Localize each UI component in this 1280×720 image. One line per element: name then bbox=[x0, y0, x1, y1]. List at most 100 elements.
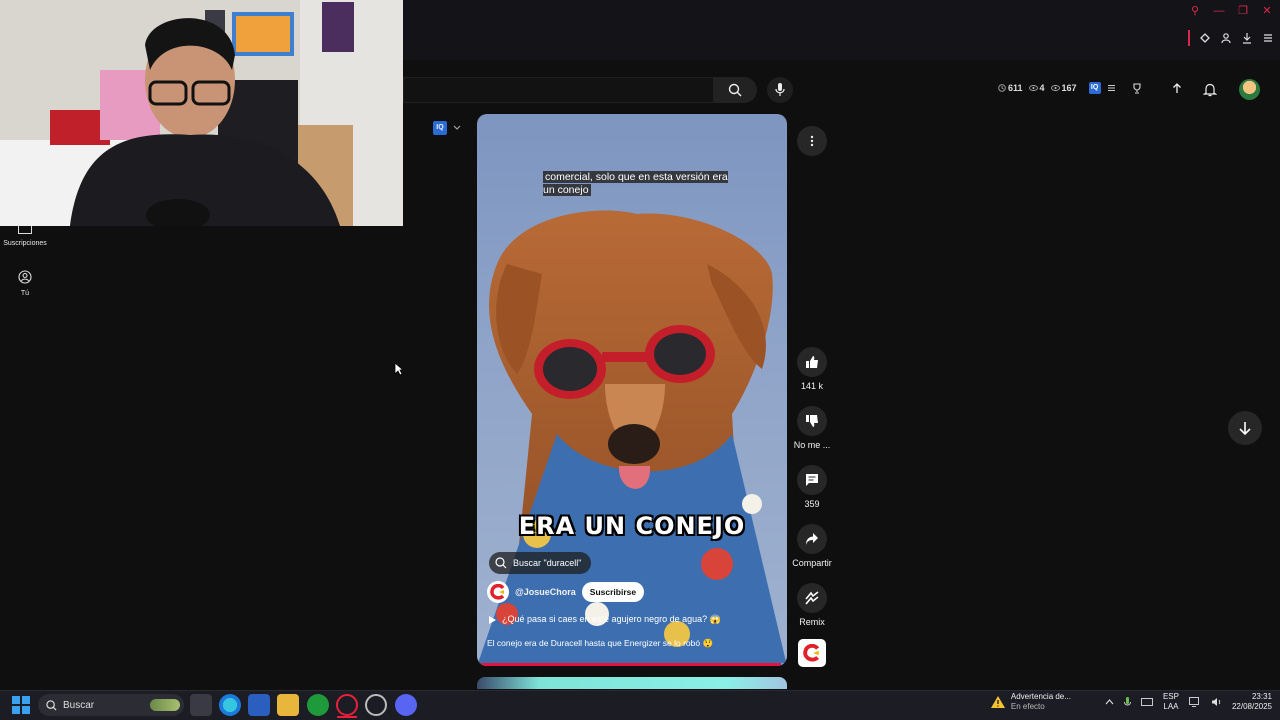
system-tray: Advertencia de... En efecto ESP LAA 23:3… bbox=[990, 692, 1272, 712]
share-icon bbox=[806, 533, 818, 545]
trophy-icon[interactable] bbox=[1132, 82, 1142, 94]
next-short-preview[interactable] bbox=[477, 677, 787, 689]
video-progress-fill bbox=[477, 663, 781, 666]
voice-search-button[interactable] bbox=[767, 77, 793, 103]
system-clock[interactable]: 23:31 22/08/2025 bbox=[1232, 692, 1272, 712]
edge-browser-icon[interactable] bbox=[219, 694, 241, 716]
more-vert-icon bbox=[810, 135, 814, 147]
like-count: 141 k bbox=[800, 381, 824, 391]
shorts-player[interactable]: comercial, solo que en esta versión era … bbox=[477, 114, 787, 666]
iq-badge: IQ bbox=[433, 121, 447, 135]
thumbs-down-icon bbox=[806, 415, 818, 427]
video-caption-top: comercial, solo que en esta versión era … bbox=[543, 171, 728, 196]
sidebar-item-you[interactable]: Tú bbox=[0, 270, 50, 297]
stat-eye-1: 4 bbox=[1028, 83, 1045, 93]
search-button[interactable] bbox=[713, 77, 757, 103]
extension-stats: 611 4 167 IQ bbox=[998, 82, 1142, 94]
iq-short-toggle[interactable]: IQ bbox=[433, 121, 461, 135]
search-highlight-icon bbox=[150, 699, 180, 711]
download-icon[interactable] bbox=[1241, 32, 1253, 44]
extension-bar bbox=[1188, 30, 1274, 46]
search-icon bbox=[495, 557, 507, 569]
task-view-icon[interactable] bbox=[190, 694, 212, 716]
remix-button[interactable]: Remix bbox=[790, 583, 834, 627]
minimize-button[interactable]: — bbox=[1212, 4, 1226, 18]
webcam-image bbox=[0, 0, 403, 226]
you-icon bbox=[18, 270, 32, 284]
language-indicator[interactable]: ESP LAA bbox=[1163, 692, 1179, 712]
thumbs-up-icon bbox=[806, 356, 818, 368]
subscribe-button[interactable]: Suscribirse bbox=[581, 582, 645, 602]
related-search-chip[interactable]: Buscar "duracell" bbox=[489, 552, 592, 574]
channel-logo-icon bbox=[490, 584, 505, 600]
taskbar-search[interactable]: Buscar bbox=[38, 694, 184, 716]
xbox-icon[interactable] bbox=[307, 694, 329, 716]
close-button[interactable]: ✕ bbox=[1260, 4, 1274, 18]
eye-icon bbox=[1050, 85, 1060, 91]
list-icon[interactable] bbox=[1107, 84, 1116, 92]
search-icon bbox=[728, 83, 742, 97]
restore-button[interactable]: ❐ bbox=[1236, 4, 1250, 18]
warning-icon bbox=[990, 696, 1005, 708]
clock-icon bbox=[998, 84, 1006, 92]
webcam-overlay bbox=[0, 0, 403, 226]
like-button[interactable]: 141 k bbox=[790, 347, 834, 391]
stat-eye-2: 167 bbox=[1050, 83, 1077, 93]
stat-clock: 611 bbox=[998, 83, 1023, 93]
dislike-button[interactable]: No me ... bbox=[790, 406, 834, 450]
weather-warning[interactable]: Advertencia de... En efecto bbox=[990, 692, 1071, 712]
sound-source-button[interactable] bbox=[798, 639, 826, 667]
upload-icon[interactable] bbox=[1171, 82, 1183, 95]
notifications-bell-icon[interactable] bbox=[1203, 82, 1217, 97]
volume-icon[interactable] bbox=[1211, 697, 1222, 707]
opera-gx-icon[interactable] bbox=[336, 694, 358, 716]
profile-icon[interactable] bbox=[1220, 32, 1232, 44]
arrow-down-icon bbox=[1239, 422, 1251, 435]
dislike-label: No me ... bbox=[793, 440, 831, 450]
chevron-up-icon[interactable] bbox=[1105, 699, 1114, 705]
avatar[interactable] bbox=[1239, 79, 1260, 100]
windows-start-icon[interactable] bbox=[12, 696, 30, 714]
iq-extension-badge[interactable]: IQ bbox=[1088, 82, 1101, 94]
video-caption-main: ERA UN CONEJO bbox=[518, 512, 746, 540]
share-label: Compartir bbox=[792, 558, 832, 568]
channel-name[interactable]: @JosueChora bbox=[515, 587, 576, 597]
remix-label: Remix bbox=[799, 617, 825, 627]
obs-icon[interactable] bbox=[365, 694, 387, 716]
more-options-button[interactable] bbox=[797, 126, 827, 156]
keyboard-icon[interactable] bbox=[1140, 698, 1153, 706]
extension-divider bbox=[1188, 30, 1190, 46]
comment-icon bbox=[806, 474, 818, 486]
search-input[interactable] bbox=[403, 77, 713, 103]
channel-avatar[interactable] bbox=[487, 581, 509, 603]
channel-row: @JosueChora Suscribirse bbox=[487, 581, 645, 603]
file-explorer-icon[interactable] bbox=[277, 694, 299, 716]
network-icon[interactable] bbox=[1189, 697, 1201, 707]
video-progress-bar[interactable] bbox=[477, 663, 787, 666]
next-short-button[interactable] bbox=[1228, 411, 1262, 445]
mic-icon[interactable] bbox=[1123, 696, 1131, 708]
sidebar-item-label: Tú bbox=[20, 290, 30, 297]
search-icon bbox=[46, 699, 57, 711]
search-tab-icon[interactable]: ⚲ bbox=[1188, 4, 1202, 18]
play-icon bbox=[489, 615, 496, 624]
comments-count: 359 bbox=[804, 499, 820, 509]
share-button[interactable]: Compartir bbox=[790, 524, 834, 568]
channel-logo-icon bbox=[803, 644, 820, 662]
chevron-down-icon bbox=[453, 125, 461, 130]
window-controls: ⚲ — ❐ ✕ bbox=[1188, 4, 1274, 18]
discord-icon[interactable] bbox=[395, 694, 417, 716]
menu-icon[interactable] bbox=[1262, 32, 1274, 44]
store-icon[interactable] bbox=[248, 694, 270, 716]
extension-icon[interactable] bbox=[1199, 32, 1211, 44]
sidebar-item-label: Suscripciones bbox=[3, 240, 47, 247]
mic-icon bbox=[775, 83, 785, 97]
mouse-cursor-icon bbox=[394, 362, 404, 376]
video-description[interactable]: El conejo era de Duracell hasta que Ener… bbox=[487, 638, 713, 649]
sidebar-item-subscriptions[interactable]: Suscripciones bbox=[0, 226, 50, 247]
comments-button[interactable]: 359 bbox=[790, 465, 834, 509]
linked-video-row[interactable]: ¿Qué pasa si caes en este agujero negro … bbox=[489, 614, 721, 625]
remix-icon bbox=[805, 591, 819, 605]
subscriptions-icon bbox=[18, 226, 32, 234]
eye-icon bbox=[1028, 85, 1038, 91]
